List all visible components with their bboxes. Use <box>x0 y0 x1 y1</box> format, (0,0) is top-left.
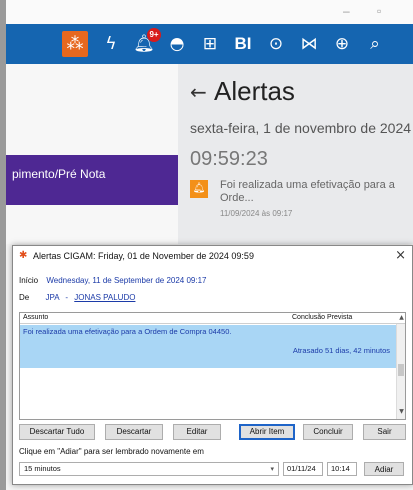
descartar-button[interactable]: Descartar <box>105 424 163 440</box>
dialog-titlebar: ✱ Alertas CIGAM: Friday, 01 de November … <box>13 246 412 266</box>
back-arrow-icon[interactable]: ← <box>190 80 207 104</box>
de-separator: - <box>65 293 69 302</box>
menu-item-pre-nota[interactable]: pimento/Pré Nota <box>6 155 178 205</box>
close-icon[interactable]: × <box>395 248 406 263</box>
scroll-up-icon[interactable]: ▲ <box>397 314 406 321</box>
user-alert-icon[interactable]: ◓ <box>164 31 190 57</box>
restore-button[interactable]: ▫ <box>377 4 381 18</box>
inicio-row: Início Wednesday, 11 de September de 202… <box>19 276 206 285</box>
alerts-time: 09:59:23 <box>190 148 268 170</box>
play-icon[interactable]: ⊙ <box>263 31 289 57</box>
bi-icon[interactable]: BI <box>230 31 256 57</box>
alerts-grid: Assunto Conclusão Prevista Foi realizada… <box>19 312 406 420</box>
inicio-value: Wednesday, 11 de September de 2024 09:17 <box>46 276 207 285</box>
de-name-link[interactable]: JONAS PALUDO <box>74 293 135 302</box>
sair-button[interactable]: Sair <box>363 424 406 440</box>
adiar-button[interactable]: Adiar <box>364 462 404 476</box>
row-subject: Foi realizada uma efetivação para a Orde… <box>23 327 232 336</box>
col-conclusion[interactable]: Conclusão Prevista <box>292 314 352 321</box>
alerts-panel: ← Alertas sexta-feira, 1 de novembro de … <box>178 64 413 244</box>
snooze-hint: Clique em "Adiar" para ser lembrado nova… <box>19 447 204 456</box>
alerts-title: Alertas <box>214 76 295 106</box>
cigam-logo-icon: ✱ <box>19 250 28 261</box>
snooze-select[interactable]: 15 minutos ▾ <box>19 462 279 476</box>
globe-icon[interactable]: ⊕ <box>329 31 355 57</box>
abrir-item-button[interactable]: Abrir Item <box>239 424 295 440</box>
chart-icon[interactable]: ⋈ <box>296 31 322 57</box>
workspace-icon[interactable]: ⁂ <box>62 31 88 57</box>
table-row[interactable]: Foi realizada uma efetivação para a Orde… <box>20 325 396 368</box>
window-title-strip: – ▫ <box>6 0 413 24</box>
grid-header: Assunto Conclusão Prevista <box>20 313 405 324</box>
dialog-title: Alertas CIGAM: Friday, 01 de November de… <box>33 251 254 261</box>
inicio-label: Início <box>19 276 39 285</box>
snooze-time-field[interactable]: 10:14 <box>327 462 357 476</box>
grid-scrollbar[interactable]: ▲ ▼ <box>396 314 406 419</box>
col-subject[interactable]: Assunto <box>23 314 48 321</box>
notification-badge: 9+ <box>147 28 161 42</box>
alert-dialog: ✱ Alertas CIGAM: Friday, 01 de November … <box>12 245 413 485</box>
lightning-icon[interactable]: ϟ <box>98 31 124 57</box>
row-status: Atrasado 51 dias, 42 minutos <box>292 346 390 355</box>
snooze-date-field[interactable]: 01/11/24 <box>283 462 323 476</box>
descartar-tudo-button[interactable]: Descartar Tudo <box>19 424 95 440</box>
chevron-down-icon[interactable]: ▾ <box>270 463 274 475</box>
alert-item-message[interactable]: Foi realizada uma efetivação para a Orde… <box>220 179 400 205</box>
de-label: De <box>19 293 30 302</box>
de-row: De JPA - JONAS PALUDO <box>19 293 135 302</box>
notifications-icon[interactable]: 🔔︎ 9+ <box>131 28 161 57</box>
alert-bell-icon: 🔔︎ <box>190 180 208 198</box>
minimize-button[interactable]: – <box>343 4 350 18</box>
scroll-thumb[interactable] <box>398 364 404 376</box>
alerts-date: sexta-feira, 1 de novembro de 2024 <box>190 120 412 136</box>
top-toolbar: ⁂ ϟ 🔔︎ 9+ ◓ ⊞ BI ⊙ ⋈ ⊕ ⌕ <box>6 24 413 64</box>
search-icon[interactable]: ⌕ <box>362 31 388 57</box>
alert-item-timestamp: 11/09/2024 às 09:17 <box>220 209 293 218</box>
editar-button[interactable]: Editar <box>173 424 221 440</box>
menu-item-label: pimento/Pré Nota <box>12 167 106 181</box>
left-panel <box>6 64 178 244</box>
concluir-button[interactable]: Concluir <box>303 424 353 440</box>
de-code: JPA <box>45 293 60 302</box>
snooze-select-value: 15 minutos <box>24 464 61 473</box>
grid-icon[interactable]: ⊞ <box>197 31 223 57</box>
screen: – ▫ ⁂ ϟ 🔔︎ 9+ ◓ ⊞ BI ⊙ ⋈ ⊕ ⌕ pimento/Pré… <box>0 0 413 490</box>
scroll-down-icon[interactable]: ▼ <box>397 408 406 415</box>
